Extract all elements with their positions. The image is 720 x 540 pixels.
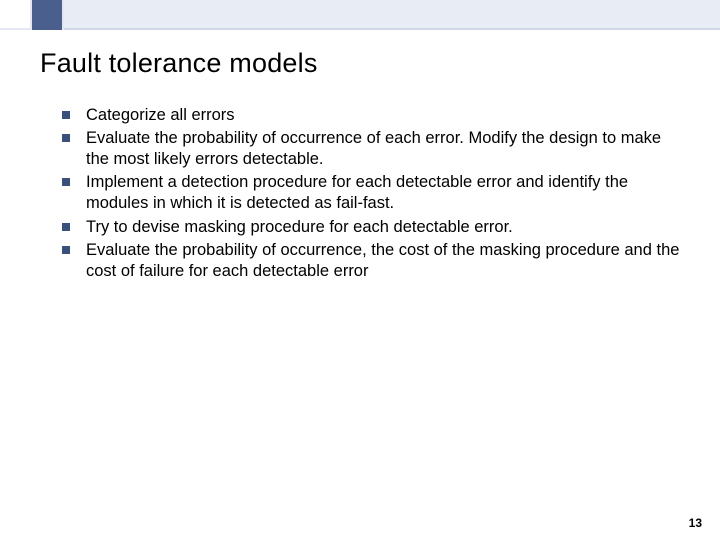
header-band <box>0 0 720 30</box>
slide-content: Fault tolerance models Categorize all er… <box>0 30 720 282</box>
list-item: Evaluate the probability of occurrence, … <box>62 240 680 282</box>
bullet-list: Categorize all errors Evaluate the proba… <box>40 105 680 282</box>
slide-title: Fault tolerance models <box>40 48 680 79</box>
list-item: Implement a detection procedure for each… <box>62 172 680 214</box>
corner-white-square <box>0 0 32 30</box>
list-item: Evaluate the probability of occurrence o… <box>62 128 680 170</box>
list-item: Categorize all errors <box>62 105 680 126</box>
page-number: 13 <box>689 516 702 530</box>
corner-blue-square <box>32 0 64 30</box>
header-bar <box>64 0 720 30</box>
list-item: Try to devise masking procedure for each… <box>62 217 680 238</box>
